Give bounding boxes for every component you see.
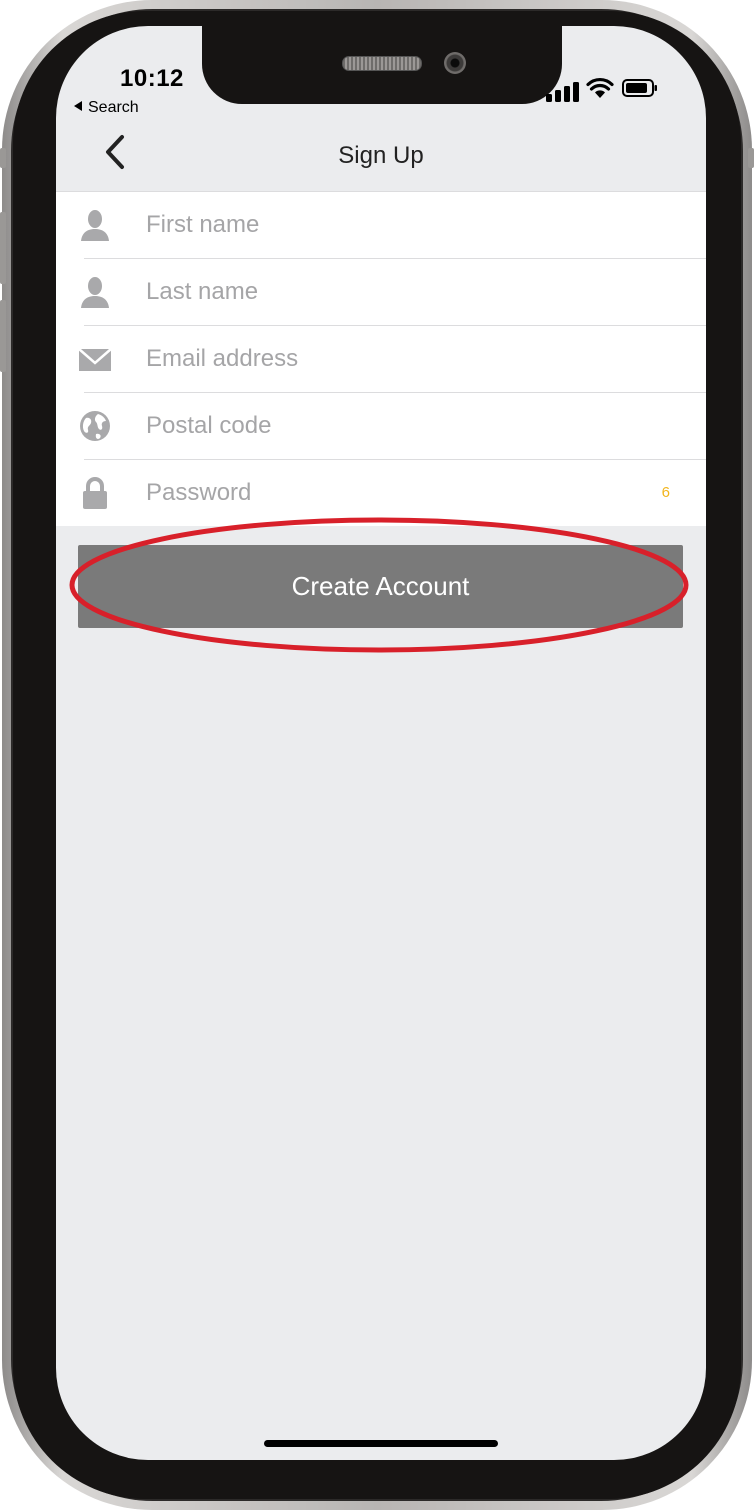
password-length-counter: 6 (661, 484, 670, 501)
page-title: Sign Up (338, 142, 424, 169)
phone-screen: 10:12 Search Sign Up First name Last nam… (56, 26, 706, 1460)
battery-icon (622, 79, 657, 97)
earpiece-speaker (342, 56, 422, 71)
side-button-mute (0, 148, 6, 168)
first-name-input[interactable] (146, 192, 646, 258)
home-indicator[interactable] (264, 1440, 498, 1447)
notch (202, 26, 562, 104)
lock-icon (83, 477, 107, 509)
person-icon (81, 277, 109, 308)
side-button-volume-up (0, 212, 6, 284)
back-to-app-label: Search (88, 99, 139, 116)
sign-up-form: 6 (56, 191, 706, 526)
navigation-bar: Sign Up (56, 118, 706, 191)
envelope-icon (78, 348, 112, 371)
create-account-button[interactable]: Create Account (78, 545, 683, 628)
person-icon (81, 210, 109, 241)
last-name-input[interactable] (146, 259, 646, 325)
back-to-app-link[interactable]: Search (74, 99, 139, 117)
email-row (78, 326, 706, 393)
email-input[interactable] (146, 326, 646, 392)
cellular-signal-icon (546, 82, 579, 102)
back-triangle-icon (74, 101, 82, 111)
wifi-icon (586, 77, 614, 98)
status-time: 10:12 (120, 65, 184, 92)
side-button-power (748, 148, 754, 168)
postal-code-input[interactable] (146, 393, 646, 459)
front-camera (444, 52, 466, 74)
postal-code-row (80, 393, 706, 460)
password-row: 6 (83, 460, 706, 526)
password-input[interactable] (146, 460, 646, 526)
side-button-volume-down (0, 300, 6, 372)
first-name-row (81, 192, 706, 259)
last-name-row (81, 259, 706, 326)
globe-icon (80, 411, 110, 441)
